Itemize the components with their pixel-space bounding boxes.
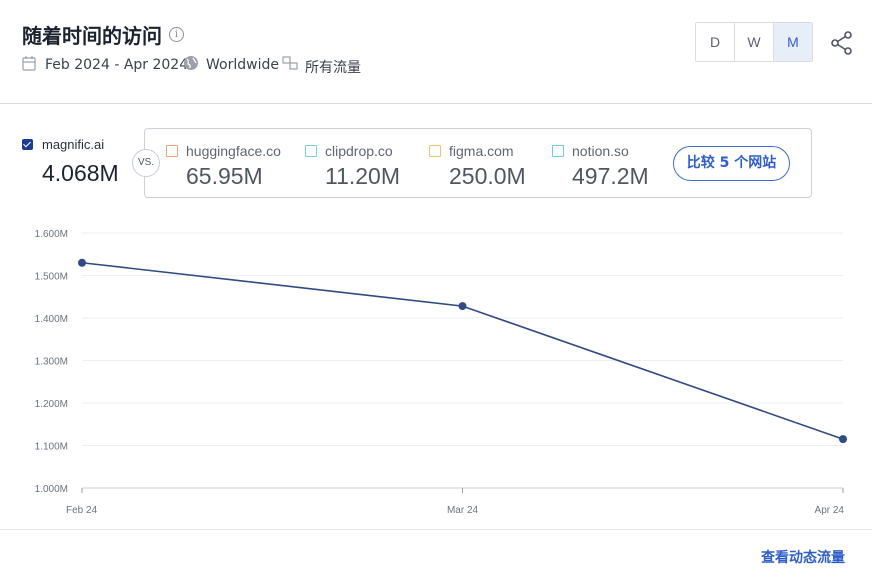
competitor-value: 65.95M (186, 163, 263, 189)
competitor-panel: huggingface.co 65.95M clipdrop.co 11.20M… (144, 128, 812, 198)
competitor-checkbox[interactable] (552, 145, 564, 157)
traffic-source-icon (282, 56, 298, 70)
globe-icon (184, 56, 198, 70)
granularity-toggle: D W M (695, 22, 813, 62)
view-dynamic-traffic-link[interactable]: 查看动态流量 (761, 547, 845, 567)
main-site-checkbox[interactable] (22, 139, 33, 150)
x-tick-label: Mar 24 (447, 505, 479, 516)
y-tick-label: 1.200M (35, 399, 68, 410)
compare-sites-button[interactable]: 比较 5 个网站 (673, 146, 790, 181)
page-title: 随着时间的访问 (22, 24, 162, 48)
competitor-name: clipdrop.co (325, 143, 393, 159)
calendar-icon (22, 56, 36, 71)
info-icon[interactable]: i (169, 27, 184, 42)
y-tick-label: 1.100M (35, 442, 68, 453)
main-site-value: 4.068M (42, 160, 119, 186)
competitor-checkbox[interactable] (166, 145, 178, 157)
granularity-day-button[interactable]: D (696, 23, 735, 61)
y-tick-label: 1.600M (35, 229, 68, 240)
data-point (839, 435, 847, 444)
chart-header: 随着时间的访问 i Feb 2024 - Apr 2024 Worldwide … (0, 0, 872, 104)
y-tick-label: 1.000M (35, 484, 68, 495)
competitor-checkbox[interactable] (429, 145, 441, 157)
data-point (78, 258, 86, 267)
granularity-week-button[interactable]: W (735, 23, 774, 61)
competitor-checkbox[interactable] (305, 145, 317, 157)
region-label[interactable]: Worldwide (206, 57, 279, 73)
share-icon[interactable] (831, 31, 853, 55)
chart-footer: 查看动态流量 (0, 529, 872, 581)
competitor-value: 11.20M (325, 163, 401, 189)
vs-badge: VS. (132, 149, 160, 177)
granularity-month-button[interactable]: M (774, 23, 812, 61)
competitor-name: notion.so (572, 143, 629, 159)
competitor-value: 250.0M (449, 163, 526, 189)
competitor-name: figma.com (449, 143, 514, 159)
x-tick-label: Apr 24 (815, 505, 845, 516)
date-range[interactable]: Feb 2024 - Apr 2024 (45, 57, 188, 73)
series-line (81, 261, 844, 440)
competitor-value: 497.2M (572, 163, 649, 189)
traffic-type-label[interactable]: 所有流量 (305, 57, 361, 77)
y-tick-label: 1.500M (35, 272, 68, 283)
x-tick-label: Feb 24 (66, 505, 98, 516)
main-site-name: magnific.ai (42, 137, 105, 152)
y-tick-label: 1.300M (35, 357, 68, 368)
competitor-name: huggingface.co (186, 143, 281, 159)
y-tick-label: 1.400M (35, 314, 68, 325)
visits-line-chart: 1.000M 1.100M 1.200M 1.300M 1.400M 1.500M 1.60… (35, 229, 847, 516)
data-point (458, 302, 467, 311)
